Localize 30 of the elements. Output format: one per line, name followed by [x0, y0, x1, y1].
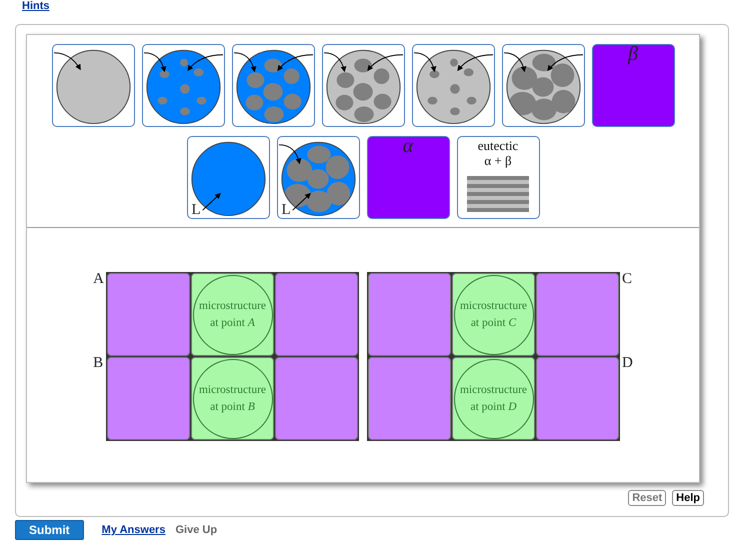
help-button[interactable]: Help [672, 490, 704, 506]
lamellae-drawing [467, 176, 529, 212]
point-label: B [93, 355, 104, 371]
phase-formula: α + β [484, 154, 512, 167]
draggable-tile[interactable]: eutectic α + β [456, 136, 540, 219]
drop-zone[interactable] [368, 357, 451, 440]
drop-zone[interactable] [275, 273, 358, 356]
my-answers-link[interactable]: My Answers [102, 522, 166, 538]
target-caption: microstructure at point B [198, 382, 268, 414]
point-label: C [622, 271, 632, 287]
drop-zone[interactable] [107, 273, 190, 356]
target-caption: microstructure at point C [458, 298, 528, 330]
point-label: D [622, 355, 633, 371]
target-caption: microstructure at point D [458, 382, 528, 414]
submit-button[interactable]: Submit [15, 520, 84, 540]
drop-zone[interactable] [536, 357, 619, 440]
draggable-tile[interactable]: L [276, 136, 360, 219]
drop-zone[interactable] [107, 357, 190, 440]
phase-label: β [628, 45, 638, 63]
target-caption: microstructure at point A [198, 298, 268, 330]
liquid-label: L [192, 203, 201, 218]
drop-zone[interactable] [275, 357, 358, 440]
point-label: A [93, 271, 104, 287]
eutectic-label: eutectic [478, 139, 518, 152]
draggable-tile[interactable]: L [186, 136, 270, 219]
liquid-label: L [282, 203, 291, 218]
phase-label: α [402, 137, 414, 155]
drop-zone[interactable] [368, 273, 451, 356]
drop-zone[interactable] [536, 273, 619, 356]
hints-link[interactable]: Hints [22, 0, 50, 12]
